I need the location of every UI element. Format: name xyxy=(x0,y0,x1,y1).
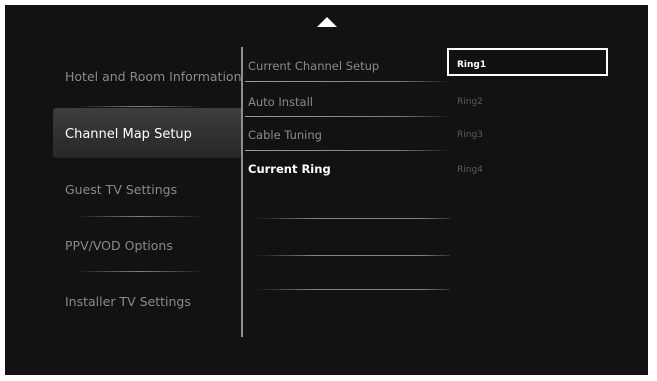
menu-item-channel-map-setup[interactable]: Channel Map Setup xyxy=(65,127,192,142)
left-divider xyxy=(75,106,205,107)
menu-item-hotel-room-info[interactable]: Hotel and Room Information xyxy=(65,69,242,84)
menu-item-guest-tv-settings[interactable]: Guest TV Settings xyxy=(65,182,177,197)
menu-item-auto-install[interactable]: Auto Install xyxy=(248,95,313,109)
menu-item-installer-tv-settings[interactable]: Installer TV Settings xyxy=(65,294,191,309)
middle-divider xyxy=(255,218,450,219)
ring-option-1[interactable]: Ring1 xyxy=(457,60,486,70)
middle-divider xyxy=(255,255,450,256)
middle-divider xyxy=(245,116,450,117)
tv-menu-screen: Hotel and Room Information Channel Map S… xyxy=(5,5,648,375)
ring-option-2[interactable]: Ring2 xyxy=(457,97,483,107)
menu-item-current-ring[interactable]: Current Ring xyxy=(248,162,331,176)
menu-item-ppv-vod-options[interactable]: PPV/VOD Options xyxy=(65,238,173,253)
ring-option-3[interactable]: Ring3 xyxy=(457,130,483,140)
column-divider xyxy=(241,47,243,337)
menu-item-cable-tuning[interactable]: Cable Tuning xyxy=(248,128,322,142)
menu-item-current-channel-setup[interactable]: Current Channel Setup xyxy=(248,59,379,73)
middle-divider xyxy=(245,81,450,82)
left-divider xyxy=(75,216,205,217)
scroll-up-arrow-icon[interactable] xyxy=(317,17,337,27)
middle-divider xyxy=(245,150,450,151)
left-divider xyxy=(75,271,205,272)
middle-divider xyxy=(255,289,450,290)
ring-option-4[interactable]: Ring4 xyxy=(457,165,483,175)
